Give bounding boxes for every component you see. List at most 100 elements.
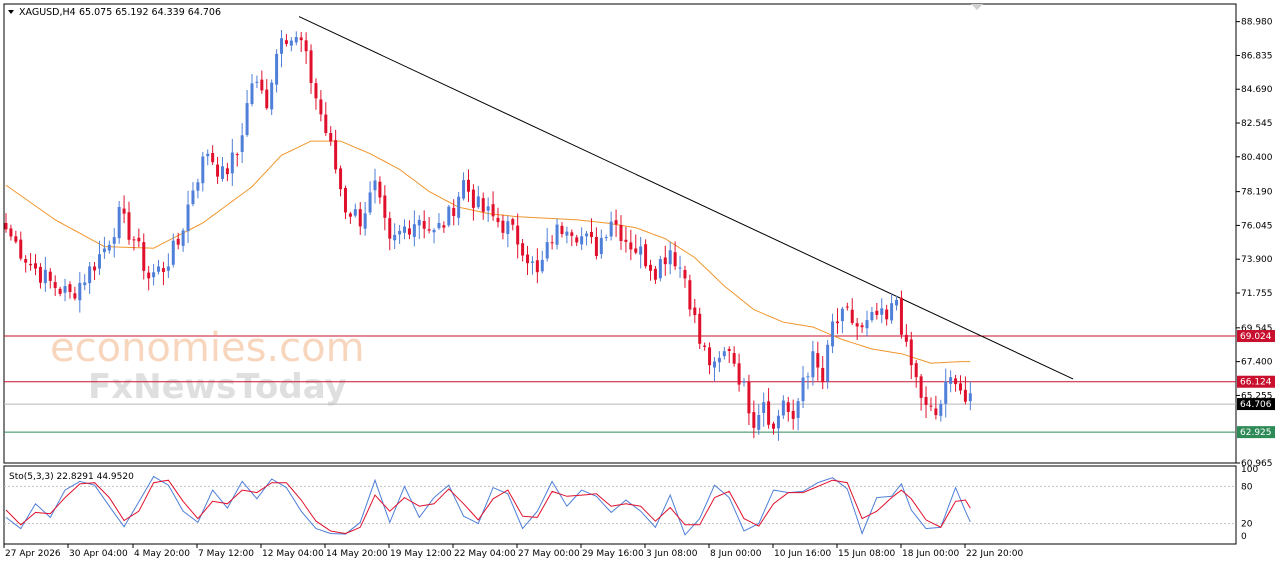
candle-body [383,195,387,218]
candle-body [447,206,451,226]
level-label-support: 62.925 [1240,428,1272,438]
candle-body [102,248,106,253]
candle-body [132,239,136,241]
candle-body [909,339,913,366]
candle-body [393,234,397,241]
y-tick-label: 82.545 [1241,119,1273,129]
candle-body [963,389,967,402]
candle-body [949,377,953,384]
candle-body [265,89,269,109]
candle-body [619,224,623,242]
candle-body [639,246,643,255]
candle-body [929,405,933,407]
candle-body [649,264,653,271]
candle-body [614,220,618,225]
candle-body [703,345,707,347]
candle-body [791,410,795,419]
x-tick-label: 7 May 12:00 [198,549,254,559]
candle-body [486,206,490,211]
candle-body [4,222,8,230]
candle-body [767,401,771,425]
candle-body [781,400,785,416]
candle-body [481,198,485,212]
candle-body [491,204,495,217]
watermark-fxnewstoday: FxNewsToday [88,367,347,407]
x-tick-label: 18 Jun 00:00 [902,549,959,559]
candle-body [796,401,800,418]
candle-body [112,237,116,244]
candle-body [206,153,210,157]
candle-body [314,83,318,99]
candle-body [476,196,480,208]
level-label-resistance: 66.124 [1240,378,1272,388]
candle-body [968,393,972,402]
candle-body [225,168,229,175]
candle-body [388,218,392,239]
candle-body [496,217,500,223]
candle-body [24,259,28,263]
candle-body [776,415,780,429]
candle-body [161,268,165,272]
candle-body [437,223,441,229]
y-tick-label: 88.980 [1241,18,1273,28]
price-chart[interactable]: economies.com FxNewsToday 88.980 86.835 84… [0,0,1280,567]
candle-body [958,383,962,391]
candle-body [334,140,338,170]
candle-body [954,378,958,385]
level-label-resistance: 69.024 [1240,332,1272,342]
candle-body [895,299,899,306]
candle-body [166,266,170,271]
stochastic-tick-label: 100 [1241,465,1258,475]
candle-body [540,259,544,272]
candle-body [752,412,756,428]
candle-body [663,257,667,265]
candle-body [521,243,525,256]
candle-body [629,242,633,250]
candle-body [875,310,879,315]
candle-body [191,190,195,205]
y-tick-label: 73.900 [1241,255,1273,265]
candle-body [934,408,938,416]
x-tick-label: 3 Jun 08:00 [646,549,698,559]
candle-body [412,224,416,237]
candle-body [216,164,220,177]
x-tick-label: 10 Jun 16:00 [774,549,831,559]
candle-body [924,397,928,405]
candle-body [511,219,515,225]
x-tick-label: 29 May 16:00 [582,549,644,559]
candle-body [535,260,539,273]
candle-body [348,213,352,217]
candle-body [594,236,598,257]
ohlc-values: 65.075 65.192 64.339 64.706 [79,7,221,18]
candle-body [432,229,436,233]
y-tick-label: 84.690 [1241,85,1273,95]
x-tick-label: 30 Apr 04:00 [69,549,128,559]
candle-body [240,135,244,152]
x-tick-label: 4 May 20:00 [134,549,190,559]
candle-body [939,403,943,416]
candle-body [9,228,13,237]
candle-body [727,348,731,351]
candle-body [644,244,648,267]
x-tick-label: 14 May 20:00 [326,549,388,559]
candle-body [309,50,313,83]
candle-body [422,221,426,229]
candle-body [43,269,47,284]
candle-body [555,224,559,245]
candle-body [324,114,328,133]
candle-body [38,266,42,283]
watermark-economies: economies.com [50,325,365,371]
candle-body [58,288,62,294]
y-tick-label: 86.835 [1241,51,1273,61]
candle-body [220,166,224,179]
candle-body [698,313,702,344]
x-tick-label: 22 Jun 20:00 [966,549,1023,559]
candle-body [801,377,805,402]
candle-body [147,272,151,279]
candle-body [683,269,687,279]
x-tick-label: 27 May 00:00 [518,549,580,559]
candle-body [230,152,234,174]
candle-body [363,213,367,229]
candle-body [673,252,677,267]
candle-body [19,239,23,259]
